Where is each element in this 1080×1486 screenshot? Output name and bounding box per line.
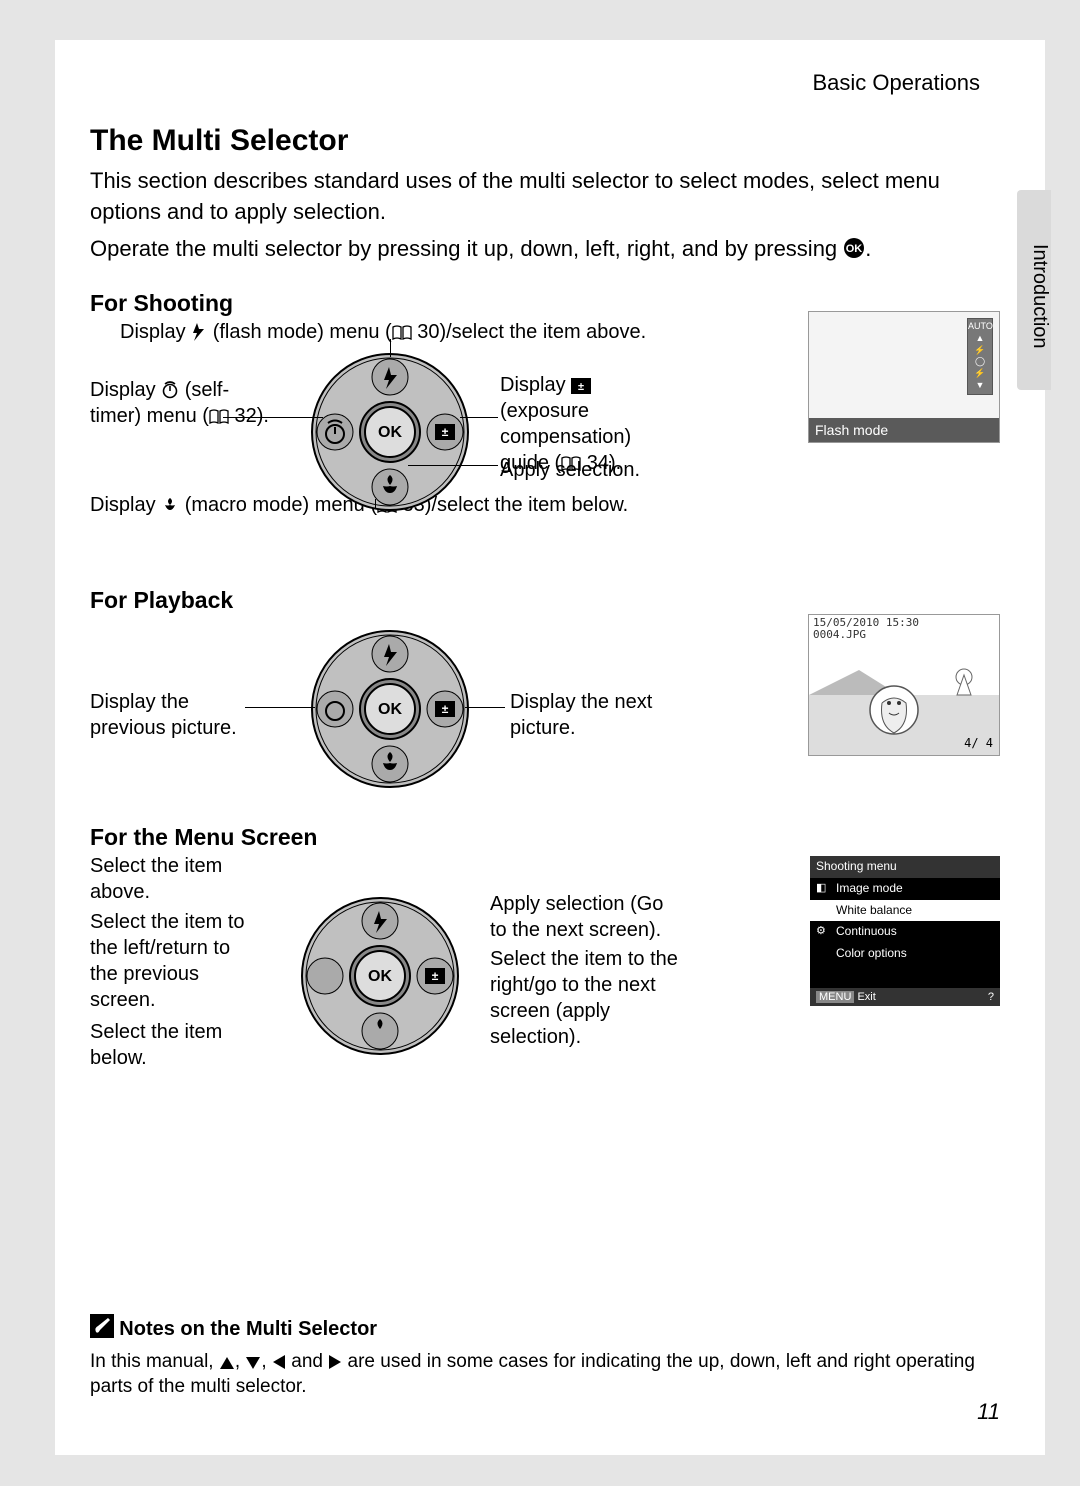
shooting-left-label: Display (self-timer) menu ( 32). xyxy=(90,377,280,429)
page-title: The Multi Selector xyxy=(90,124,1010,158)
selftimer-icon xyxy=(161,381,179,399)
menu-heading: For the Menu Screen xyxy=(90,824,1010,851)
menu-left-label: Select the item to the left/return to th… xyxy=(90,909,260,1013)
menu-up-label: Select the item above. xyxy=(90,853,260,905)
multi-selector-dial: OK ± xyxy=(305,347,475,517)
flash-mode-lcd: AUTO▲⚡◯⚡▼ Flash mode xyxy=(808,311,1000,443)
svg-text:±: ± xyxy=(432,969,439,983)
playback-left-label: Display the previous picture. xyxy=(90,689,270,741)
shooting-up-label: Display (flash mode) menu ( 30)/select t… xyxy=(120,319,646,345)
ok-icon: OK xyxy=(843,237,865,259)
page-number: 11 xyxy=(977,1399,1000,1425)
svg-text:±: ± xyxy=(442,425,449,439)
flash-icon xyxy=(191,323,207,341)
playback-heading: For Playback xyxy=(90,587,1010,614)
up-arrow-icon xyxy=(219,1356,235,1370)
menu-apply-label: Apply selection (Go to the next screen). xyxy=(490,891,680,943)
notes-body: In this manual, , , and are used in some… xyxy=(90,1349,990,1400)
right-arrow-icon xyxy=(328,1354,342,1370)
multi-selector-dial: OK ± xyxy=(295,891,465,1061)
note-icon xyxy=(90,1314,114,1338)
notes-title: Notes on the Multi Selector xyxy=(119,1318,377,1340)
intro-text-1: This section describes standard uses of … xyxy=(90,166,1010,228)
left-arrow-icon xyxy=(272,1354,286,1370)
svg-text:±: ± xyxy=(578,381,584,393)
intro-text-2: Operate the multi selector by pressing i… xyxy=(90,234,1010,265)
menu-right-label: Select the item to the right/go to the n… xyxy=(490,946,680,1050)
svg-text:OK: OK xyxy=(846,243,863,255)
svg-text:OK: OK xyxy=(378,701,402,718)
menu-down-label: Select the item below. xyxy=(90,1019,260,1071)
exposure-comp-icon: ± xyxy=(571,378,591,394)
breadcrumb: Basic Operations xyxy=(90,70,1010,96)
playback-lcd: 15/05/2010 15:300004.JPG 4/ 4 xyxy=(808,614,1000,756)
notes-section: Notes on the Multi Selector In this manu… xyxy=(90,1314,990,1400)
playback-counter: 4/ 4 xyxy=(964,736,993,752)
book-icon xyxy=(392,325,412,341)
multi-selector-dial: OK ± xyxy=(305,624,475,794)
down-arrow-icon xyxy=(245,1356,261,1370)
svg-text:±: ± xyxy=(442,702,449,716)
lcd-label: Flash mode xyxy=(809,418,999,442)
shooting-menu-lcd: Shooting menu ◧Image mode White balance … xyxy=(810,856,1000,1006)
svg-text:OK: OK xyxy=(368,968,392,985)
macro-icon xyxy=(161,496,179,514)
svg-text:OK: OK xyxy=(378,424,402,441)
playback-right-label: Display the next picture. xyxy=(510,689,680,741)
shooting-apply-label: Apply selection. xyxy=(500,457,640,483)
side-tab: Introduction xyxy=(1017,190,1051,390)
